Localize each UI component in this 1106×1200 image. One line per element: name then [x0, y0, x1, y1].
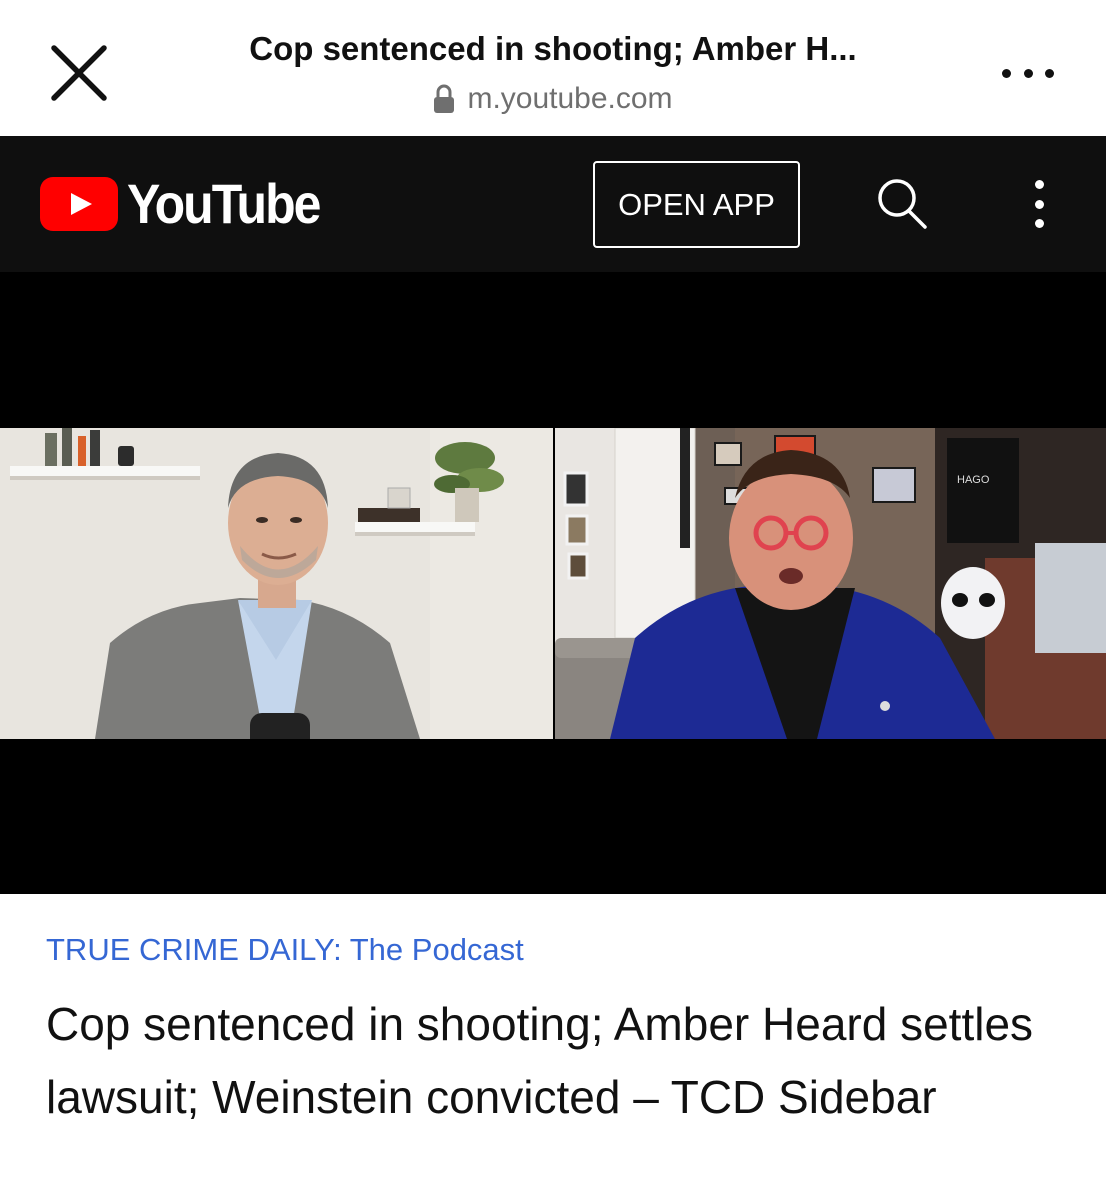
browser-top-bar: Cop sentenced in shooting; Amber H... m.… [0, 0, 1106, 136]
search-icon[interactable] [873, 176, 929, 232]
youtube-logo[interactable]: YouTube [40, 173, 321, 235]
lock-icon [433, 84, 455, 114]
svg-text:HAGO: HAGO [957, 474, 990, 486]
more-horizontal-icon[interactable] [1002, 60, 1054, 86]
channel-link[interactable]: TRUE CRIME DAILY: The Podcast [46, 932, 524, 968]
youtube-header: YouTube OPEN APP [0, 136, 1106, 272]
close-icon[interactable] [44, 38, 114, 108]
url-display[interactable]: m.youtube.com [150, 82, 956, 116]
open-app-button[interactable]: OPEN APP [593, 161, 800, 248]
page-title: Cop sentenced in shooting; Amber H... [249, 30, 857, 67]
video-title: Cop sentenced in shooting; Amber Heard s… [46, 998, 1034, 1123]
youtube-logo-text: YouTube [127, 172, 321, 236]
url-text: m.youtube.com [467, 82, 673, 115]
youtube-play-icon [40, 177, 118, 231]
video-frame-left-speaker [0, 428, 553, 739]
video-frame-right-speaker: HAGO [555, 428, 1106, 739]
video-player[interactable]: HAGO [0, 272, 1106, 894]
more-vertical-icon[interactable] [1026, 180, 1052, 228]
